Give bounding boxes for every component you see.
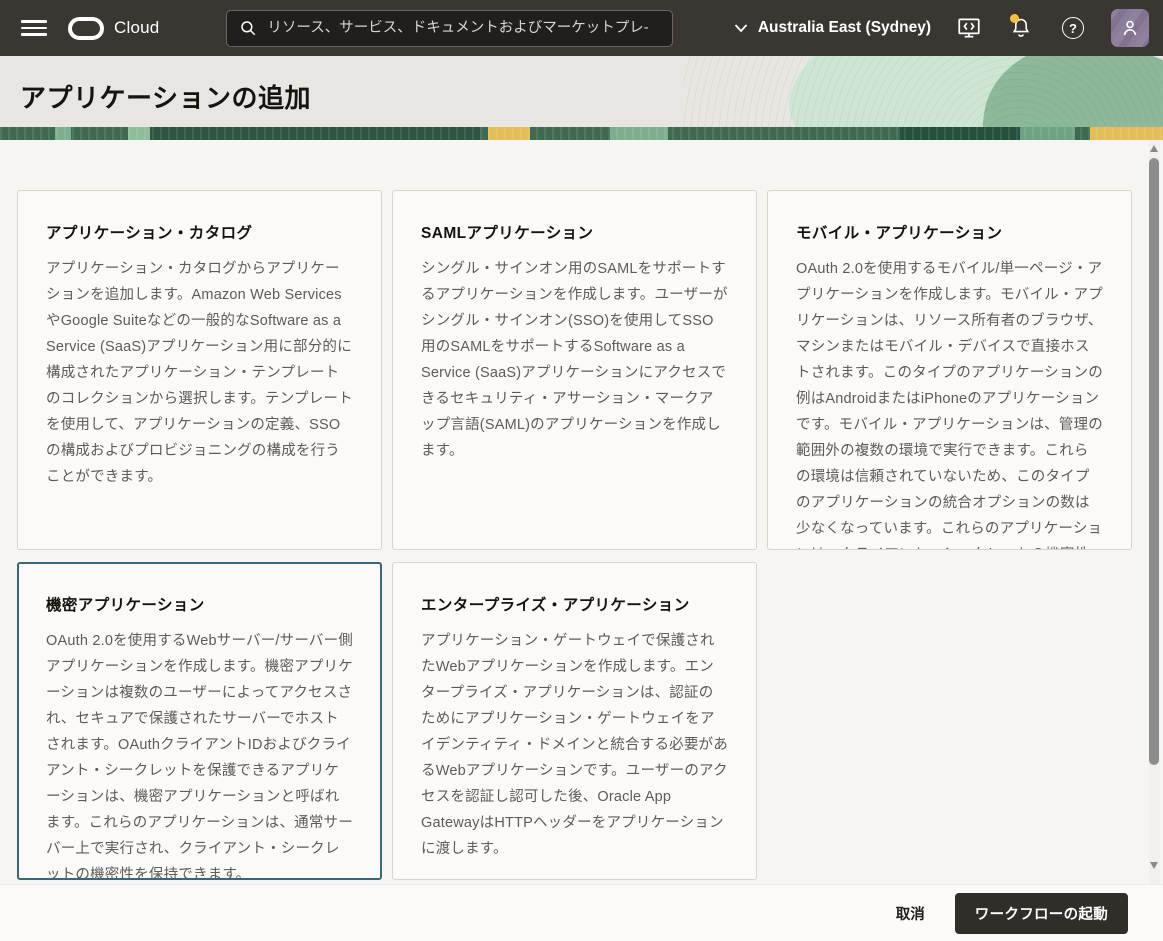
card-title: 機密アプリケーション [46, 593, 353, 615]
notification-dot [1010, 14, 1019, 23]
region-label: Australia East (Sydney) [758, 19, 931, 37]
search-input[interactable] [267, 20, 660, 36]
oracle-logo-icon [68, 17, 104, 40]
hamburger-menu-button[interactable] [14, 8, 54, 48]
notifications-button[interactable] [1007, 14, 1035, 42]
cloud-shell-icon [956, 15, 982, 41]
card-description: OAuth 2.0を使用するWebサーバー/サーバー側アプリケーションを作成しま… [46, 628, 353, 880]
topbar-right-cluster: Australia East (Sydney) ? [734, 9, 1149, 47]
card-saml-application[interactable]: SAMLアプリケーション シングル・サインオン用のSAMLをサポートするアプリケ… [392, 190, 757, 550]
main-content: アプリケーション・カタログ アプリケーション・カタログからアプリケーションを追加… [0, 140, 1163, 884]
card-confidential-application[interactable]: 機密アプリケーション OAuth 2.0を使用するWebサーバー/サーバー側アプ… [17, 562, 382, 880]
scrollbar-down-arrow[interactable] [1150, 862, 1158, 869]
topbar: Cloud Australia East (Sydney) [0, 0, 1163, 56]
cloud-shell-button[interactable] [955, 14, 983, 42]
card-enterprise-application[interactable]: エンタープライズ・アプリケーション アプリケーション・ゲートウェイで保護されたW… [392, 562, 757, 880]
card-title: SAMLアプリケーション [421, 221, 728, 243]
help-icon: ? [1062, 17, 1084, 39]
help-button[interactable]: ? [1059, 14, 1087, 42]
card-application-catalog[interactable]: アプリケーション・カタログ アプリケーション・カタログからアプリケーションを追加… [17, 190, 382, 550]
page-header: アプリケーションの追加 [0, 56, 1163, 140]
card-description: アプリケーション・ゲートウェイで保護されたWebアプリケーションを作成します。エ… [421, 628, 728, 862]
card-title: モバイル・アプリケーション [796, 221, 1103, 243]
person-icon [1118, 16, 1142, 40]
vertical-scrollbar[interactable] [1149, 140, 1160, 884]
launch-workflow-button[interactable]: ワークフローの起動 [955, 893, 1128, 934]
action-footer: 取消 ワークフローの起動 [0, 884, 1163, 941]
global-search[interactable] [226, 10, 673, 47]
card-description: シングル・サインオン用のSAMLをサポートするアプリケーションを作成します。ユー… [421, 256, 728, 464]
header-decoration-band [0, 127, 1163, 140]
card-title: エンタープライズ・アプリケーション [421, 593, 728, 615]
scrollbar-thumb[interactable] [1149, 158, 1159, 765]
card-description: OAuth 2.0を使用するモバイル/単一ページ・アプリケーションを作成します。… [796, 256, 1103, 550]
user-avatar[interactable] [1111, 9, 1149, 47]
page-title: アプリケーションの追加 [20, 78, 311, 115]
brand-label: Cloud [114, 18, 159, 38]
search-icon [239, 19, 257, 37]
region-selector[interactable]: Australia East (Sydney) [734, 19, 931, 37]
card-title: アプリケーション・カタログ [46, 221, 353, 243]
scrollbar-up-arrow[interactable] [1150, 145, 1158, 152]
card-mobile-application[interactable]: モバイル・アプリケーション OAuth 2.0を使用するモバイル/単一ページ・ア… [767, 190, 1132, 550]
chevron-down-icon [734, 23, 748, 33]
application-type-cards: アプリケーション・カタログ アプリケーション・カタログからアプリケーションを追加… [17, 190, 1163, 880]
card-description: アプリケーション・カタログからアプリケーションを追加します。Amazon Web… [46, 256, 353, 490]
oracle-cloud-brand[interactable]: Cloud [68, 17, 159, 40]
cancel-button[interactable]: 取消 [896, 903, 925, 924]
